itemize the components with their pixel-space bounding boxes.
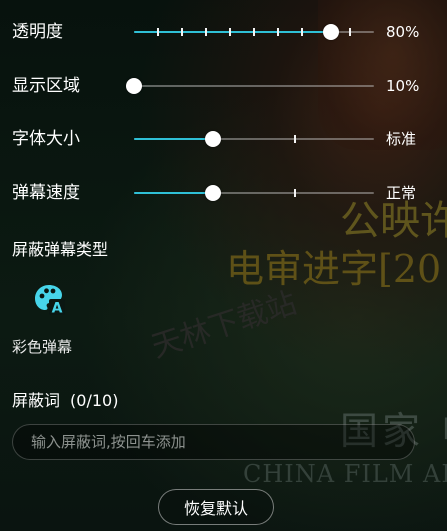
slider-fill — [134, 192, 214, 194]
slider-thumb[interactable] — [322, 24, 339, 40]
slider-tick — [229, 28, 231, 36]
display-area-label: 显示区域 — [12, 76, 80, 96]
slider-tick — [157, 28, 159, 36]
opacity-label: 透明度 — [12, 22, 63, 42]
display-area-value: 10% — [386, 77, 420, 95]
font-size-label: 字体大小 — [12, 129, 80, 149]
opacity-value: 80% — [386, 23, 420, 41]
opacity-slider[interactable] — [134, 21, 374, 43]
danmaku-speed-value: 正常 — [386, 184, 417, 202]
block-word-input[interactable] — [12, 424, 415, 460]
slider-tick — [277, 28, 279, 36]
block-words-title: 屏蔽词 (0/10) — [12, 391, 118, 411]
block-type-label: 彩色弹幕 — [12, 338, 73, 356]
slider-tick — [349, 28, 351, 36]
danmaku-settings-panel: 透明度 80% 显示区域 10% 字体大小 标准 弹幕速度 正常 屏蔽弹幕类型 … — [0, 0, 447, 531]
block-words-count: (0/10) — [70, 391, 119, 410]
slider-thumb[interactable] — [205, 185, 222, 201]
display-area-setting-row: 显示区域 10% — [0, 71, 447, 101]
display-area-slider[interactable] — [126, 75, 374, 97]
font-size-slider[interactable] — [134, 128, 374, 150]
slider-tick — [301, 28, 303, 36]
font-size-value: 标准 — [386, 130, 417, 148]
slider-tick — [181, 28, 183, 36]
slider-thumb[interactable] — [126, 78, 142, 94]
slider-tick — [253, 28, 255, 36]
font-size-setting-row: 字体大小 标准 — [0, 124, 447, 154]
slider-tick — [293, 189, 296, 197]
slider-track — [134, 85, 374, 87]
slider-fill — [134, 138, 214, 140]
slider-tick — [293, 135, 296, 143]
slider-tick — [205, 28, 207, 36]
danmaku-speed-setting-row: 弹幕速度 正常 — [0, 178, 447, 208]
danmaku-speed-slider[interactable] — [134, 182, 374, 204]
danmaku-speed-label: 弹幕速度 — [12, 183, 80, 203]
palette-icon: A — [32, 282, 66, 317]
reset-default-button[interactable]: 恢复默认 — [158, 489, 274, 525]
slider-thumb[interactable] — [205, 131, 222, 147]
opacity-setting-row: 透明度 80% — [0, 17, 447, 47]
svg-text:A: A — [52, 301, 63, 317]
block-colored-danmaku-toggle[interactable]: A 彩色弹幕 — [12, 254, 102, 358]
block-words-label: 屏蔽词 — [12, 391, 61, 410]
